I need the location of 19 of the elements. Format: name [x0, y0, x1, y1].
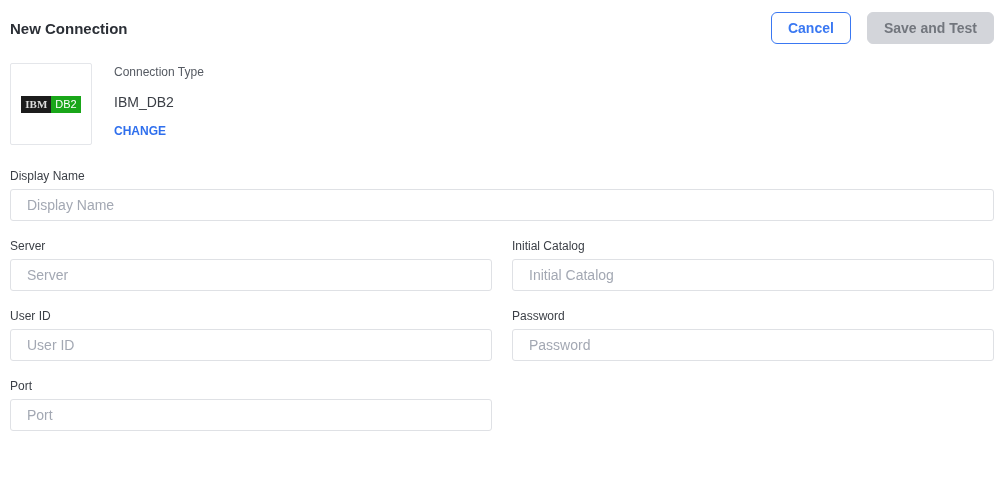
- field-label: Server: [10, 239, 47, 253]
- input-field[interactable]: Server: [10, 259, 492, 291]
- logo-left-text: IBM: [21, 95, 52, 113]
- field-label: Display Name: [10, 169, 86, 183]
- input-field[interactable]: Port: [10, 399, 492, 431]
- logo-right-text: DB2: [51, 95, 81, 113]
- field-label: User ID: [10, 309, 52, 323]
- page-title: New Connection: [10, 19, 128, 37]
- connection-type-value: IBM_DB2: [114, 94, 175, 110]
- input-field[interactable]: Password: [512, 329, 994, 361]
- cancel-button[interactable]: Cancel: [770, 12, 851, 44]
- field-label: Password: [512, 309, 566, 323]
- change-link[interactable]: CHANGE: [114, 124, 204, 138]
- input-field[interactable]: Display Name: [10, 189, 994, 221]
- input-field[interactable]: User ID: [10, 329, 492, 361]
- field-label: Port: [10, 379, 33, 393]
- connection-type-label: Connection Type: [114, 65, 204, 79]
- field-label: Initial Catalog: [512, 239, 586, 253]
- input-field[interactable]: Initial Catalog: [512, 259, 994, 291]
